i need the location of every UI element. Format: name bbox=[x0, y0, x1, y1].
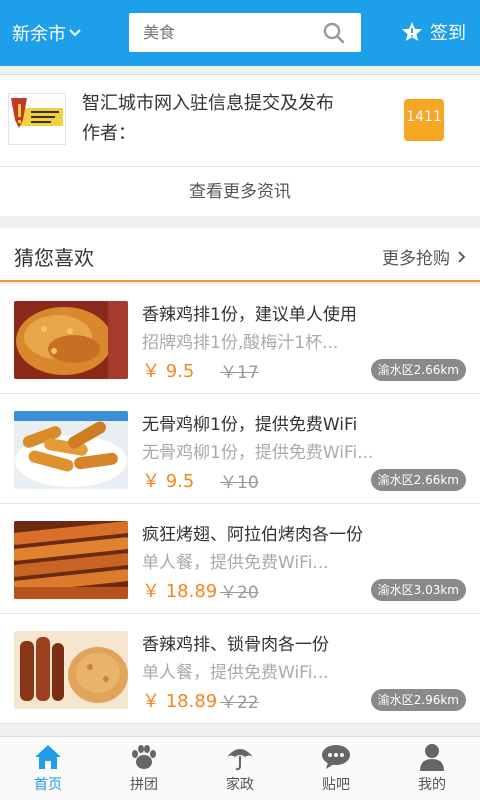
deal-price: ￥ 9.5 bbox=[142, 471, 195, 492]
notice-author: 作者： bbox=[82, 123, 136, 144]
search-icon[interactable] bbox=[323, 22, 345, 44]
deal-price: ￥ 9.5 bbox=[142, 361, 195, 382]
deal-item[interactable]: 无骨鸡柳1份，提供免费WiFi 无骨鸡柳1份，提供免费WiFi... ￥ 9.5… bbox=[0, 394, 480, 504]
paw-icon bbox=[132, 745, 156, 769]
tab-label: 拼团 bbox=[130, 777, 158, 793]
more-news-link[interactable]: 查看更多资讯 bbox=[0, 166, 480, 216]
notice-logo-image bbox=[11, 98, 63, 128]
view-count: 1411 bbox=[406, 109, 442, 125]
deal-original-price: ￥20 bbox=[220, 583, 259, 603]
deal-list: 香辣鸡排1份，建议单人使用 招牌鸡排1份,酸梅汁1杯... ￥ 9.5 ￥17 … bbox=[0, 284, 480, 724]
bottom-tab-bar: 首页 拼团 家政 贴吧 我的 bbox=[0, 736, 480, 800]
chevron-right-icon bbox=[458, 250, 466, 263]
signin-button[interactable]: 签到 bbox=[400, 19, 466, 45]
deal-description: 招牌鸡排1份,酸梅汁1杯... bbox=[142, 333, 339, 353]
deal-title: 无骨鸡柳1份，提供免费WiFi bbox=[142, 415, 358, 435]
recommend-header: 猜您喜欢 更多抢购 bbox=[0, 228, 480, 282]
search-box[interactable] bbox=[129, 13, 361, 52]
umbrella-icon bbox=[227, 749, 253, 771]
top-bar: 新余市 签到 bbox=[0, 0, 480, 66]
city-selector[interactable]: 新余市 bbox=[12, 20, 81, 46]
more-deals-label: 更多抢购 bbox=[382, 249, 450, 269]
tab-group-buy[interactable]: 拼团 bbox=[96, 737, 192, 800]
deal-title: 香辣鸡排1份，建议单人使用 bbox=[142, 305, 357, 325]
deal-description: 单人餐，提供免费WiFi... bbox=[142, 663, 329, 683]
tab-label: 我的 bbox=[418, 777, 446, 793]
chevron-down-icon bbox=[69, 29, 81, 37]
deal-distance: 渝水区2.66km bbox=[370, 469, 466, 491]
star-icon bbox=[402, 22, 422, 41]
deal-original-price: ￥17 bbox=[220, 363, 259, 383]
tab-label: 家政 bbox=[226, 777, 254, 793]
city-label: 新余市 bbox=[12, 24, 66, 45]
deal-item[interactable]: 疯狂烤翅、阿拉伯烤肉各一份 单人餐，提供免费WiFi... ￥ 18.89 ￥2… bbox=[0, 504, 480, 614]
more-deals-link[interactable]: 更多抢购 bbox=[382, 244, 466, 269]
person-icon bbox=[420, 744, 444, 771]
deal-description: 无骨鸡柳1份，提供免费WiFi... bbox=[142, 443, 374, 463]
tab-label: 首页 bbox=[34, 777, 62, 793]
notice-logo bbox=[8, 93, 66, 145]
deal-title: 疯狂烤翅、阿拉伯烤肉各一份 bbox=[142, 525, 363, 545]
deal-thumbnail bbox=[14, 631, 128, 709]
deal-item[interactable]: 香辣鸡排、锁骨肉各一份 单人餐，提供免费WiFi... ￥ 18.89 ￥22 … bbox=[0, 614, 480, 724]
deal-distance: 渝水区2.96km bbox=[370, 689, 466, 711]
app-page: 新余市 签到 智汇城市网入驻信息提交及发布 作者： bbox=[0, 0, 480, 800]
signin-label: 签到 bbox=[430, 23, 466, 44]
deal-thumbnail bbox=[14, 521, 128, 599]
view-count-badge: 1411 bbox=[404, 99, 444, 141]
deal-item[interactable]: 香辣鸡排1份，建议单人使用 招牌鸡排1份,酸梅汁1杯... ￥ 9.5 ￥17 … bbox=[0, 284, 480, 394]
deal-description: 单人餐，提供免费WiFi... bbox=[142, 553, 329, 573]
deal-price: ￥ 18.89 bbox=[142, 581, 218, 602]
tab-forum[interactable]: 贴吧 bbox=[288, 737, 384, 800]
notice-card[interactable]: 智汇城市网入驻信息提交及发布 作者： 1411 bbox=[0, 74, 480, 166]
tab-home[interactable]: 首页 bbox=[0, 737, 96, 800]
tab-label: 贴吧 bbox=[322, 777, 350, 793]
deal-price: ￥ 18.89 bbox=[142, 691, 218, 712]
home-icon bbox=[35, 745, 61, 769]
recommend-title: 猜您喜欢 bbox=[14, 246, 94, 270]
deal-distance: 渝水区2.66km bbox=[370, 359, 466, 381]
deal-distance: 渝水区3.03km bbox=[370, 579, 466, 601]
chat-icon bbox=[322, 745, 350, 769]
tab-housekeeping[interactable]: 家政 bbox=[192, 737, 288, 800]
deal-original-price: ￥22 bbox=[220, 693, 259, 713]
deal-original-price: ￥10 bbox=[220, 473, 259, 493]
deal-thumbnail bbox=[14, 411, 128, 489]
search-input[interactable] bbox=[129, 23, 309, 42]
deal-title: 香辣鸡排、锁骨肉各一份 bbox=[142, 635, 329, 655]
notice-title: 智汇城市网入驻信息提交及发布 bbox=[82, 93, 334, 114]
tab-mine[interactable]: 我的 bbox=[384, 737, 480, 800]
deal-thumbnail bbox=[14, 301, 128, 379]
